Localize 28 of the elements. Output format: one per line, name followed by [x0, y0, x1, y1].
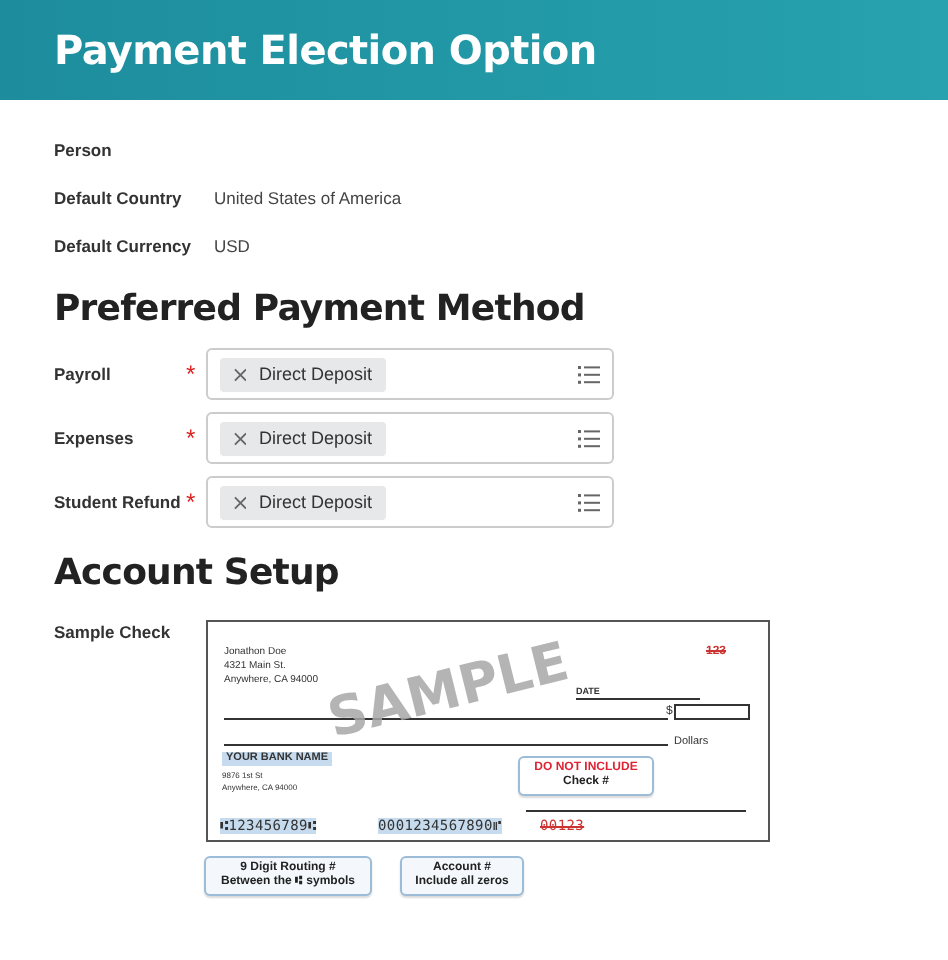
required-mark: *	[186, 428, 198, 448]
page-title: Payment Election Option	[54, 26, 597, 74]
chip-label: Direct Deposit	[258, 492, 372, 512]
amount-field	[674, 704, 750, 720]
field-label: Default Country	[54, 187, 184, 207]
close-icon[interactable]	[234, 495, 247, 509]
field-label: Expenses	[54, 428, 136, 448]
list-icon[interactable]	[578, 365, 600, 383]
field-label: Default Currency	[54, 235, 193, 255]
select-field[interactable]: Direct Deposit	[206, 412, 614, 464]
close-icon[interactable]	[234, 431, 247, 445]
list-icon[interactable]	[578, 493, 600, 511]
list-icon[interactable]	[578, 429, 600, 447]
section-heading: Account Setup	[52, 552, 341, 596]
required-mark: *	[186, 364, 198, 384]
field-label: Payroll	[54, 364, 113, 384]
field-value: USD	[214, 235, 250, 255]
field-label: Sample Check	[54, 622, 173, 644]
section-heading: Preferred Payment Method	[52, 288, 587, 332]
required-mark: *	[186, 492, 198, 512]
select-field[interactable]: Direct Deposit	[206, 348, 614, 400]
close-icon[interactable]	[234, 367, 247, 381]
chip-label: Direct Deposit	[258, 364, 372, 384]
select-field[interactable]: Direct Deposit	[206, 476, 614, 528]
chip-label: Direct Deposit	[258, 428, 372, 448]
field-label: Student Refund	[54, 492, 183, 512]
field-value: United States of America	[214, 187, 402, 207]
field-label: Person	[54, 139, 114, 159]
